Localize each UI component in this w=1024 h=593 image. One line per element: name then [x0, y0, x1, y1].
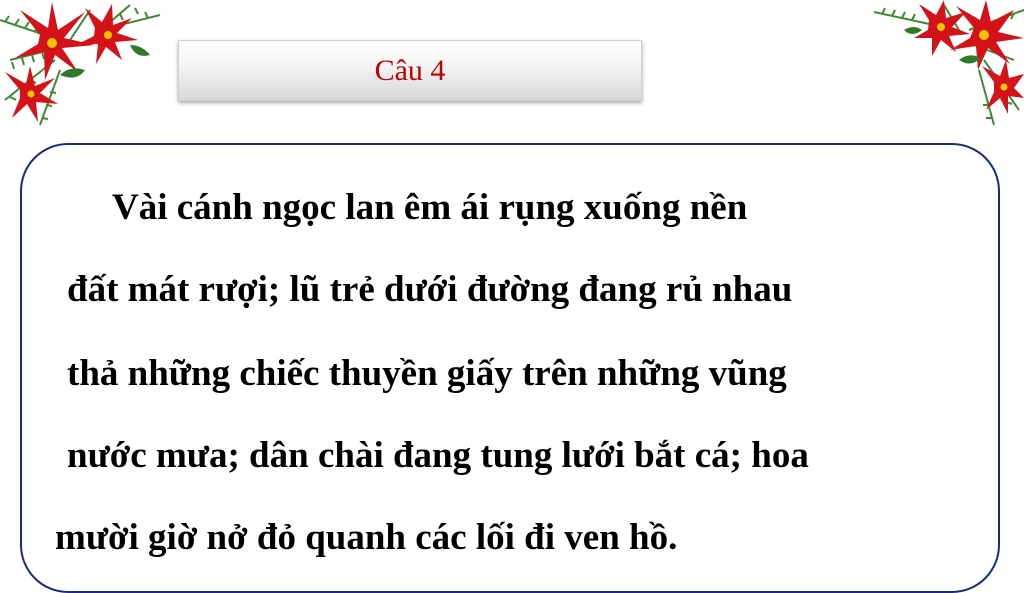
passage-line-3: thả những chiếc thuyền giấy trên những v… — [67, 353, 787, 394]
passage-line-1: Vài cánh ngọc lan êm ái rụng xuống nền — [112, 187, 748, 228]
passage-line-4: nước mưa; dân chài đang tung lưới bắt cá… — [67, 435, 809, 476]
passage-line-5: mười giờ nở đỏ quanh các lối đi ven hồ. — [55, 517, 678, 558]
question-title-box: Câu 4 — [178, 40, 642, 101]
poinsettia-decoration-left — [0, 2, 161, 126]
poinsettia-decoration-right — [874, 0, 1024, 125]
question-title: Câu 4 — [374, 53, 446, 87]
passage-line-2: đất mát rượi; lũ trẻ dưới đường đang rủ … — [67, 269, 793, 310]
